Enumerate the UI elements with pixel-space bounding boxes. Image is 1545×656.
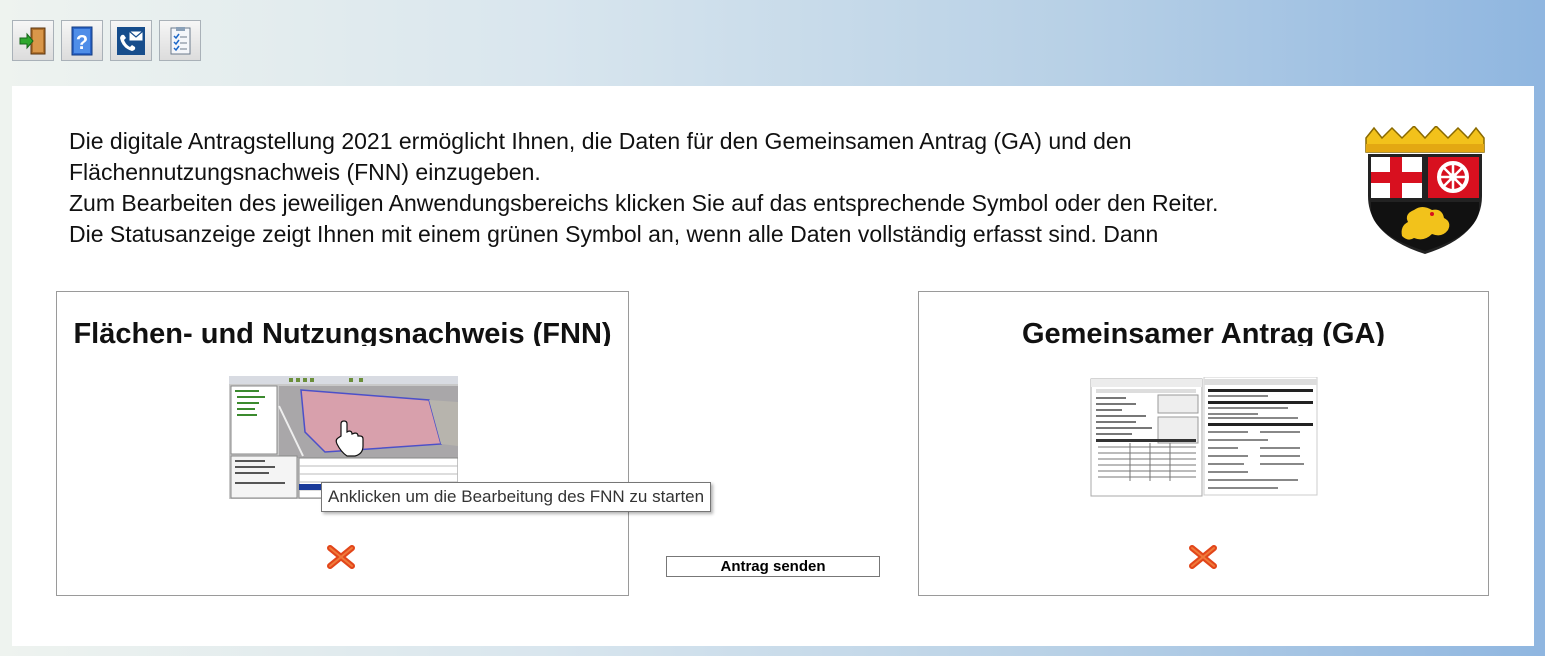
intro-paragraph-1: Die digitale Antragstellung 2021 ermögli…	[69, 128, 1132, 185]
exit-door-icon	[19, 27, 46, 54]
contact-button[interactable]	[110, 20, 152, 61]
intro-text: Die digitale Antragstellung 2021 ermögli…	[69, 126, 1309, 259]
fnn-status-x-icon	[327, 545, 355, 569]
rheinland-pfalz-coat-of-arms-icon	[1365, 126, 1485, 254]
ga-thumbnail[interactable]	[1090, 376, 1318, 498]
phone-mail-contact-icon	[117, 26, 145, 55]
fnn-tooltip: Anklicken um die Bearbeitung des FNN zu …	[321, 482, 712, 512]
send-application-button[interactable]: Antrag senden	[666, 556, 880, 577]
intro-paragraph-2: Zum Bearbeiten des jeweiligen Anwendungs…	[69, 190, 1219, 216]
exit-button[interactable]	[12, 20, 54, 61]
help-book-icon: ?	[71, 26, 93, 55]
fnn-title: Flächen- und Nutzungsnachweis (FNN)	[73, 318, 612, 346]
help-button[interactable]: ?	[61, 20, 103, 61]
checklist-icon	[170, 26, 191, 54]
ga-title: Gemeinsamer Antrag (GA)	[1021, 318, 1386, 346]
ga-status-x-icon	[1189, 545, 1217, 569]
fnn-thumbnail[interactable]	[229, 376, 459, 499]
fnn-card: Flächen- und Nutzungsnachweis (FNN)	[56, 291, 629, 596]
checklist-button[interactable]	[159, 20, 201, 61]
svg-text:?: ?	[76, 32, 88, 54]
ga-card: Gemeinsamer Antrag (GA)	[918, 291, 1489, 596]
intro-paragraph-3: Die Statusanzeige zeigt Ihnen mit einem …	[69, 221, 1159, 247]
map-editor-screenshot-icon	[229, 376, 459, 499]
application-form-document-icon	[1090, 376, 1318, 498]
toolbar: ?	[12, 20, 201, 61]
